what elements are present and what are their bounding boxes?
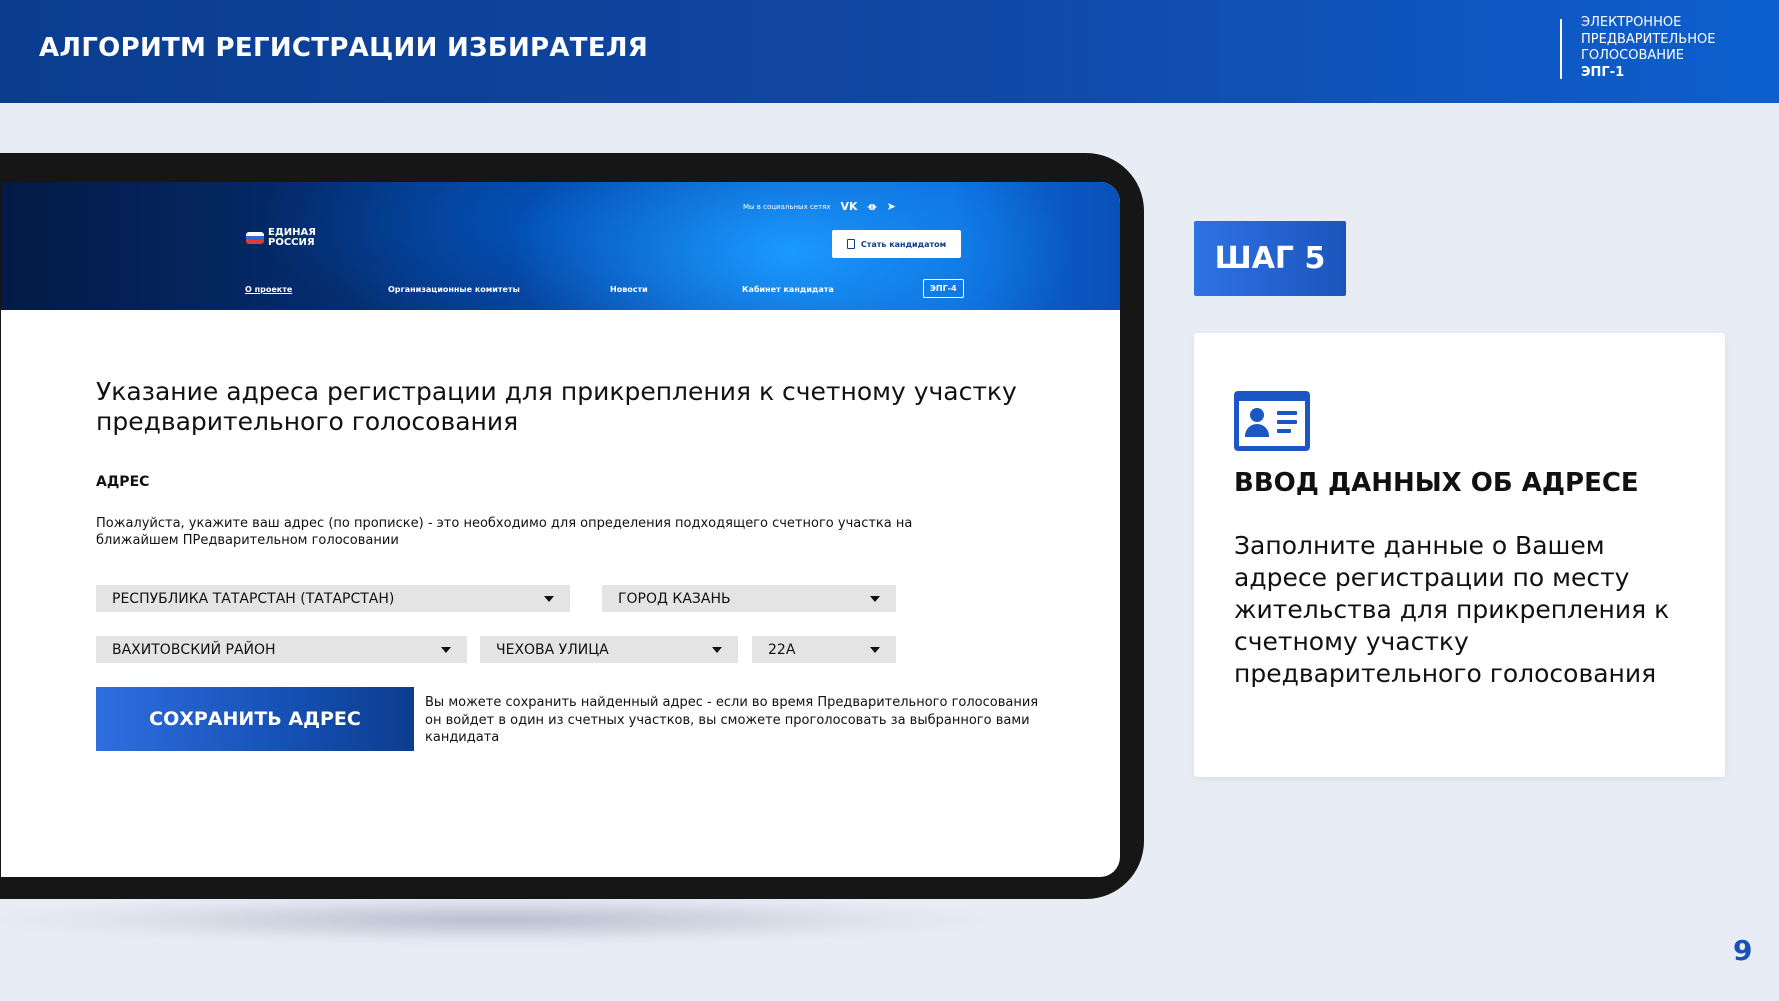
tablet-screen: ЕДИНАЯ РОССИЯ Мы в социальных сетях VK ꝋ… [1,182,1120,877]
brand-line: ЭЛЕКТРОННОЕ [1581,15,1682,30]
region-select[interactable]: РЕСПУБЛИКА ТАТАРСТАН (ТАТАРСТАН) [96,585,570,612]
logo-line: РОССИЯ [268,237,315,248]
region-value: РЕСПУБЛИКА ТАТАРСТАН (ТАТАРСТАН) [112,590,395,607]
street-select[interactable]: ЧЕХОВА УЛИЦА [480,636,738,663]
slide-header: АЛГОРИТМ РЕГИСТРАЦИИ ИЗБИРАТЕЛЯ ЭЛЕКТРОН… [0,0,1779,103]
header-divider [1560,19,1562,79]
step-badge: ШАГ 5 [1194,221,1346,296]
chevron-down-icon [870,596,880,602]
tablet-frame: ЕДИНАЯ РОССИЯ Мы в социальных сетях VK ꝋ… [0,153,1144,899]
street-value: ЧЕХОВА УЛИЦА [496,641,609,658]
chevron-down-icon [441,647,451,653]
id-card-icon [1234,391,1310,451]
nav-item-committees[interactable]: Организационные комитеты [388,285,520,294]
document-icon [846,239,855,249]
become-candidate-button[interactable]: Стать кандидатом [832,230,961,258]
address-hint: Пожалуйста, укажите ваш адрес (по пропис… [96,516,913,548]
header-brand: ЭЛЕКТРОННОЕ ПРЕДВАРИТЕЛЬНОЕ ГОЛОСОВАНИЕ … [1581,15,1715,81]
site-nav: О проекте Организационные комитеты Новос… [1,279,1120,301]
address-label: АДРЕС [96,474,150,490]
social-label: Мы в социальных сетях [743,202,831,211]
site-logo[interactable]: ЕДИНАЯ РОССИЯ [246,228,316,248]
city-select[interactable]: ГОРОД КАЗАНЬ [602,585,896,612]
brand-code: ЭПГ-1 [1581,64,1625,80]
district-value: ВАХИТОВСКИЙ РАЙОН [112,641,276,658]
site-header: ЕДИНАЯ РОССИЯ Мы в социальных сетях VK ꝋ… [1,182,1120,310]
telegram-icon[interactable]: ➤ [887,200,896,213]
save-note: Вы можете сохранить найденный адрес - ес… [425,695,1039,745]
chevron-down-icon [712,647,722,653]
chevron-down-icon [870,647,880,653]
nav-item-epg[interactable]: ЭПГ-4 [923,279,964,298]
brand-line: ГОЛОСОВАНИЕ [1581,48,1685,63]
nav-item-about[interactable]: О проекте [245,285,292,294]
brand-line: ПРЕДВАРИТЕЛЬНОЕ [1581,31,1716,47]
house-value: 22А [768,641,796,658]
save-address-button[interactable]: СОХРАНИТЬ АДРЕС [96,687,414,751]
house-select[interactable]: 22А [752,636,896,663]
ok-icon[interactable]: ꝋ [868,200,877,213]
step-description: Заполните данные о Вашем адресе регистра… [1234,531,1670,688]
vk-icon[interactable]: VK [841,200,858,213]
cta-label: Стать кандидатом [860,239,947,249]
nav-item-news[interactable]: Новости [610,285,648,294]
step-title: ВВОД ДАННЫХ ОБ АДРЕСЕ [1234,468,1639,498]
social-links: Мы в социальных сетях VK ꝋ ➤ [743,200,896,213]
form-heading: Указание адреса регистрации для прикрепл… [96,377,1017,436]
step-info-card: ВВОД ДАННЫХ ОБ АДРЕСЕ Заполните данные о… [1194,333,1725,777]
city-value: ГОРОД КАЗАНЬ [618,590,731,607]
district-select[interactable]: ВАХИТОВСКИЙ РАЙОН [96,636,467,663]
nav-item-candidate-cabinet[interactable]: Кабинет кандидата [742,285,834,294]
page-number: 9 [1733,934,1753,967]
bear-flag-icon [246,232,264,244]
device-shadow [0,895,985,945]
slide-title: АЛГОРИТМ РЕГИСТРАЦИИ ИЗБИРАТЕЛЯ [39,33,649,63]
chevron-down-icon [544,596,554,602]
